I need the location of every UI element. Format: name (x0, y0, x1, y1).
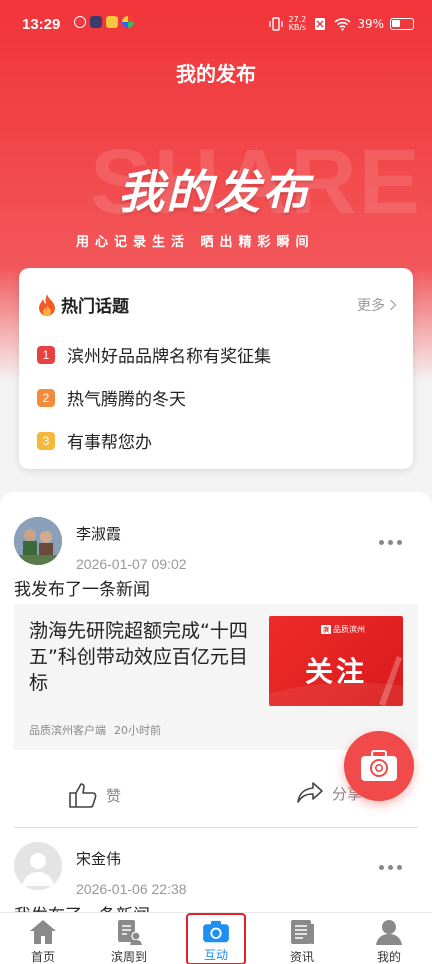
news-title: 渤海先研院超额完成“十四五”科创带动效应百亿元目标 (29, 620, 248, 694)
post-feed: 李淑霞 2026-01-07 09:02 我发布了一条新闻 渤海先研院超额完成“… (0, 492, 432, 912)
banner-subtitle: 用心记录生活 晒出精彩瞬间 (76, 235, 315, 250)
post-divider (14, 827, 418, 828)
topic-text: 滨州好品品牌名称有奖征集 (67, 347, 271, 367)
share-icon (297, 782, 323, 803)
bottom-tab-bar: 首页 滨周到 互动 资讯 我的 (0, 912, 432, 964)
user-icon (376, 920, 402, 945)
tab-mine[interactable]: 我的 (346, 913, 432, 964)
flame-icon (39, 293, 55, 316)
post-text: 我发布了一条新闻 (14, 580, 150, 600)
post-header: 李淑霞 2026-01-07 09:02 (14, 517, 187, 572)
newspaper-icon (291, 920, 314, 944)
battery-icon (390, 18, 414, 30)
camera-tab-icon (203, 920, 229, 943)
document-person-icon (118, 920, 142, 945)
status-time: 13:29 (22, 16, 61, 33)
news-ago: 20小时前 (114, 724, 161, 737)
post-time: 2026-01-07 09:02 (76, 556, 187, 572)
app-notification-icon (90, 16, 102, 28)
camera-icon (361, 750, 397, 781)
news-card[interactable]: 渤海先研院超额完成“十四五”科创带动效应百亿元目标 滨品质滨州 关注 品质滨州客… (14, 604, 418, 750)
topic-item[interactable]: 1 滨州好品品牌名称有奖征集 (37, 342, 271, 367)
more-options-icon[interactable] (379, 865, 402, 870)
avatar[interactable] (14, 842, 62, 890)
wifi-icon (334, 18, 351, 31)
avatar[interactable] (14, 517, 62, 565)
topic-item[interactable]: 3 有事帮您办 (37, 428, 152, 453)
topic-rank-badge: 3 (37, 431, 55, 450)
status-bar: 13:29 27.2 KB/s 39% (0, 0, 432, 50)
post-header: 宋金伟 2026-01-06 22:38 (14, 842, 187, 897)
tab-home[interactable]: 首页 (0, 913, 86, 964)
hot-topics-title: 热门话题 (61, 297, 129, 317)
vibrate-icon (268, 17, 283, 31)
post-text: 我发布了一条新闻 (14, 901, 150, 912)
topic-rank-badge: 1 (37, 345, 55, 364)
author-name[interactable]: 李淑霞 (76, 523, 187, 544)
hot-topics-header: 热门话题 (37, 292, 129, 317)
post-time: 2026-01-06 22:38 (76, 881, 187, 897)
author-name[interactable]: 宋金伟 (76, 848, 187, 869)
app-notification-icon (106, 16, 118, 28)
app-notification-icon (74, 16, 86, 28)
topic-rank-badge: 2 (37, 388, 55, 407)
more-label: 更多 (357, 298, 385, 314)
thumbs-up-icon (69, 783, 97, 808)
publish-camera-button[interactable] (344, 731, 414, 801)
notification-icons (74, 16, 134, 28)
home-icon (30, 920, 56, 944)
topic-text: 热气腾腾的冬天 (67, 390, 186, 410)
hot-topics-more-link[interactable]: 更多 (357, 295, 397, 315)
tab-news[interactable]: 资讯 (259, 913, 345, 964)
hot-topics-card: 热门话题 更多 1 滨州好品品牌名称有奖征集 2 热气腾腾的冬天 3 有事帮您办 (19, 268, 413, 469)
no-sim-icon (315, 18, 326, 30)
topic-text: 有事帮您办 (67, 433, 152, 453)
status-right: 27.2 KB/s 39% (268, 15, 414, 32)
like-button[interactable]: 赞 (68, 781, 121, 809)
battery-percent: 39% (357, 17, 384, 31)
app-notification-icon (122, 16, 134, 28)
banner-title: 我的发布 (118, 165, 310, 219)
net-speed: 27.2 KB/s (288, 15, 307, 32)
chevron-right-icon (390, 299, 397, 311)
news-meta: 品质滨州客户端 20小时前 (29, 722, 161, 738)
tab-binzhoudao[interactable]: 滨周到 (86, 913, 172, 964)
more-options-icon[interactable] (379, 540, 402, 545)
page-title: 我的发布 (176, 62, 256, 86)
like-label: 赞 (106, 786, 122, 805)
pen-icon (269, 656, 403, 706)
tab-interaction[interactable]: 互动 (186, 913, 246, 964)
topic-item[interactable]: 2 热气腾腾的冬天 (37, 385, 186, 410)
news-thumbnail: 滨品质滨州 关注 (269, 616, 403, 706)
news-source: 品质滨州客户端 (29, 724, 106, 737)
